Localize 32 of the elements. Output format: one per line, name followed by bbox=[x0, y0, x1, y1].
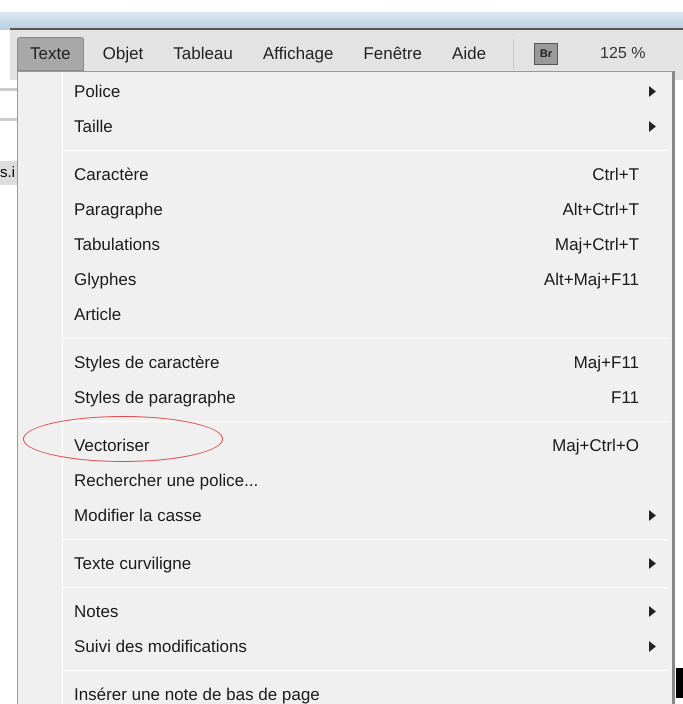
menu-bar-item[interactable]: Objet bbox=[90, 37, 156, 71]
bridge-button[interactable]: Br bbox=[534, 43, 558, 65]
document-block bbox=[676, 668, 683, 698]
menu-bar-item[interactable]: Texte bbox=[17, 37, 84, 71]
menu-item[interactable]: Caractère bbox=[74, 162, 149, 188]
shortcut-text: Maj+Ctrl+O bbox=[552, 434, 639, 457]
menu-item[interactable]: Modifier la casse bbox=[74, 502, 202, 528]
menu-item[interactable]: Insérer une note de bas de page bbox=[74, 682, 320, 704]
shortcut-text: Maj+F11 bbox=[574, 352, 639, 374]
zoom-level[interactable]: 125 % bbox=[600, 42, 646, 66]
menu-item[interactable]: Styles de paragraphe bbox=[74, 384, 236, 410]
menu-bar-item[interactable]: Aide bbox=[439, 37, 500, 71]
menu-bar-item[interactable]: Affichage bbox=[250, 37, 346, 71]
shortcut-text: F11 bbox=[610, 386, 639, 409]
menu-item[interactable]: Suivi des modifications bbox=[74, 634, 247, 660]
shortcut-text: Alt+Maj+F11 bbox=[544, 268, 639, 291]
shortcut-text: Alt+Ctrl+T bbox=[562, 198, 639, 221]
menu-item[interactable]: Notes bbox=[74, 598, 118, 624]
menu-bar-item[interactable]: Tableau bbox=[160, 37, 246, 71]
menu-item[interactable]: Taille bbox=[74, 114, 113, 140]
menu-item[interactable]: Texte curviligne bbox=[74, 550, 192, 576]
menu-item[interactable]: Rechercher une police... bbox=[74, 468, 258, 494]
menu-item[interactable]: Vectoriser bbox=[74, 432, 150, 458]
menu-item[interactable]: Tabulations bbox=[74, 232, 160, 258]
menu-item[interactable]: Glyphes bbox=[74, 266, 136, 292]
menu-item[interactable]: Paragraphe bbox=[74, 196, 163, 222]
menu-item[interactable]: Article bbox=[74, 302, 122, 328]
shortcut-text: Ctrl+T bbox=[592, 164, 639, 186]
menu-item[interactable]: Styles de caractère bbox=[74, 350, 220, 376]
menu-item[interactable]: Police bbox=[74, 78, 120, 104]
menu-bar-item[interactable]: Fenêtre bbox=[350, 37, 436, 71]
shortcut-text: Maj+Ctrl+T bbox=[554, 234, 639, 256]
